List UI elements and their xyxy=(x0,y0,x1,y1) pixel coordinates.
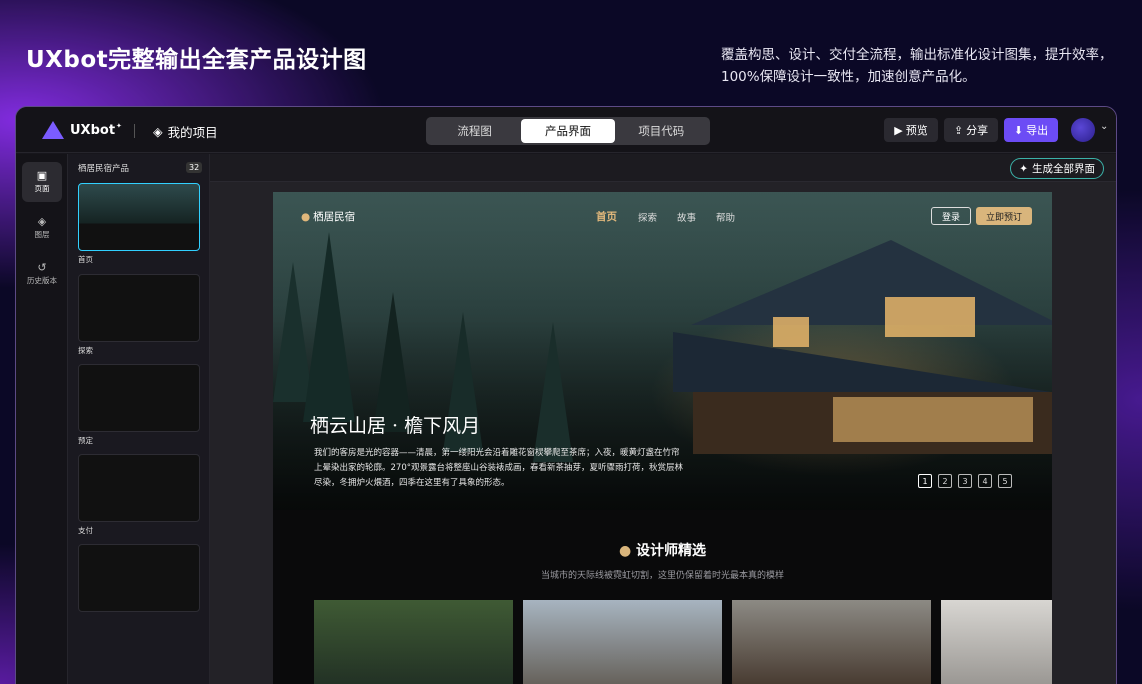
house-window xyxy=(885,297,975,337)
medal-icon: ● xyxy=(618,543,632,559)
section-title-text: 设计师精选 xyxy=(636,543,707,559)
my-projects-label: 我的项目 xyxy=(167,125,218,140)
rail-item-layers[interactable]: ◈ 图层 xyxy=(22,208,62,248)
hero-description: 覆盖构思、设计、交付全流程，输出标准化设计图集，提升效率，100%保障设计一致性… xyxy=(721,47,1113,85)
play-icon: ▶ xyxy=(894,123,903,137)
site-hero-title: 栖云山居 · 檐下风月 xyxy=(310,415,481,437)
chevron-down-icon[interactable]: ⌄ xyxy=(1100,121,1108,132)
site-hero: ● 栖居民宿 首页 探索 故事 帮助 登录 立即预订 栖云山居 · 檐下风月 我… xyxy=(273,192,1052,510)
logo-triangle-icon xyxy=(42,121,64,139)
export-label: 导出 xyxy=(1026,124,1049,137)
featured-card[interactable] xyxy=(941,600,1052,684)
page-label: 首页 xyxy=(78,255,93,264)
rail-item-pages[interactable]: ▣ 页面 xyxy=(22,162,62,202)
share-button[interactable]: ⇪ 分享 xyxy=(944,118,998,142)
featured-card[interactable] xyxy=(314,600,513,684)
tab-project-code[interactable]: 项目代码 xyxy=(615,119,708,143)
page-icon: ▣ xyxy=(36,169,48,182)
book-now-button[interactable]: 立即预订 xyxy=(976,207,1032,225)
pager-dot[interactable]: 1 xyxy=(918,474,932,488)
hero-title: UXbot完整输出全套产品设计图 xyxy=(26,47,367,73)
preview-label: 预览 xyxy=(905,124,928,137)
design-canvas: ✦ 生成全部界面 ● 栖居民宿 首页 探索 故事 帮助 登录 立即预订 栖云山居… xyxy=(210,154,1116,684)
top-bar: UXbot ✦ ◈ 我的项目 流程图 产品界面 项目代码 ▶ 预览 ⇪ 分享 ⬇ 导出 … xyxy=(16,107,1116,153)
share-icon: ⇪ xyxy=(953,123,964,137)
house-window xyxy=(773,317,809,347)
history-icon: ↺ xyxy=(37,261,47,274)
featured-card[interactable] xyxy=(523,600,722,684)
layers-icon: ◈ xyxy=(37,215,47,228)
house-window xyxy=(833,397,1033,442)
rail-label: 图层 xyxy=(34,230,50,239)
pager-dot[interactable]: 2 xyxy=(938,474,952,488)
generate-all-label: 生成全部界面 xyxy=(1032,163,1095,175)
site-hero-text: 我们的客房是光的容器——清晨，第一缕阳光会沿着雕花窗棂攀爬至茶席；入夜，暖黄灯盏… xyxy=(314,448,683,488)
site-nav-explore[interactable]: 探索 xyxy=(638,210,657,224)
page-thumb-booking[interactable] xyxy=(78,364,200,432)
user-icon: ● xyxy=(301,210,311,223)
app-window: UXbot ✦ ◈ 我的项目 流程图 产品界面 项目代码 ▶ 预览 ⇪ 分享 ⬇ 导出 … xyxy=(15,106,1117,684)
page-thumb-payment[interactable] xyxy=(78,454,200,522)
site-logo[interactable]: ● 栖居民宿 xyxy=(301,209,355,224)
site-logo-text: 栖居民宿 xyxy=(313,211,356,223)
my-projects-button[interactable]: ◈ 我的项目 xyxy=(153,122,218,141)
page-thumb-5[interactable] xyxy=(78,544,200,612)
section-subtitle: 当城市的天际线被霓虹切割，这里仍保留着时光最本真的模样 xyxy=(540,571,784,581)
site-nav-story[interactable]: 故事 xyxy=(677,210,696,224)
logo-text: UXbot xyxy=(70,122,116,138)
page-count-badge: 32 xyxy=(186,162,203,173)
share-label: 分享 xyxy=(966,124,989,137)
preview-button[interactable]: ▶ 预览 xyxy=(884,118,938,142)
rail-label: 页面 xyxy=(34,184,50,193)
site-nav-home[interactable]: 首页 xyxy=(596,209,617,224)
tree-shape xyxy=(533,322,573,462)
export-button[interactable]: ⬇ 导出 xyxy=(1004,118,1058,142)
house-roof-lower xyxy=(673,332,1051,392)
login-button[interactable]: 登录 xyxy=(931,207,971,225)
page-label: 探索 xyxy=(78,346,93,355)
rail-label: 历史版本 xyxy=(27,276,57,285)
tab-product-ui[interactable]: 产品界面 xyxy=(521,119,615,143)
pager-dot[interactable]: 4 xyxy=(978,474,992,488)
page-label: 预定 xyxy=(78,436,93,445)
page-label: 支付 xyxy=(78,526,93,535)
tree-shape xyxy=(303,232,355,422)
tab-flowchart[interactable]: 流程图 xyxy=(428,119,521,143)
generate-all-button[interactable]: ✦ 生成全部界面 xyxy=(1010,158,1104,179)
page-thumb-explore[interactable] xyxy=(78,274,200,342)
page-thumb-home[interactable] xyxy=(78,183,200,251)
canvas-toolbar: ✦ 生成全部界面 xyxy=(210,154,1116,182)
divider xyxy=(134,124,135,138)
uxbot-logo[interactable]: UXbot ✦ xyxy=(42,121,122,139)
site-nav-help[interactable]: 帮助 xyxy=(716,210,735,224)
page-preview: ● 栖居民宿 首页 探索 故事 帮助 登录 立即预订 栖云山居 · 檐下风月 我… xyxy=(273,192,1052,684)
featured-card[interactable] xyxy=(732,600,931,684)
section-title: ● 设计师精选 xyxy=(273,540,1052,560)
pager-dot[interactable]: 3 xyxy=(958,474,972,488)
house-roof xyxy=(691,240,1052,325)
left-rail: ▣ 页面 ◈ 图层 ↺ 历史版本 xyxy=(16,154,68,684)
pages-panel: 栖居民宿产品 32 首页 探索 预定 支付 xyxy=(68,154,210,684)
pager-dot[interactable]: 5 xyxy=(998,474,1012,488)
view-tabs: 流程图 产品界面 项目代码 xyxy=(426,117,710,145)
rail-item-history[interactable]: ↺ 历史版本 xyxy=(22,254,62,294)
pages-panel-title: 栖居民宿产品 xyxy=(78,164,130,174)
download-icon: ⬇ xyxy=(1013,123,1024,137)
layers-stack-icon: ◈ xyxy=(153,124,163,139)
sparkle-icon: ✦ xyxy=(1019,162,1028,175)
avatar[interactable] xyxy=(1071,118,1095,142)
carousel-pager: 1 2 3 4 5 xyxy=(918,474,1012,488)
